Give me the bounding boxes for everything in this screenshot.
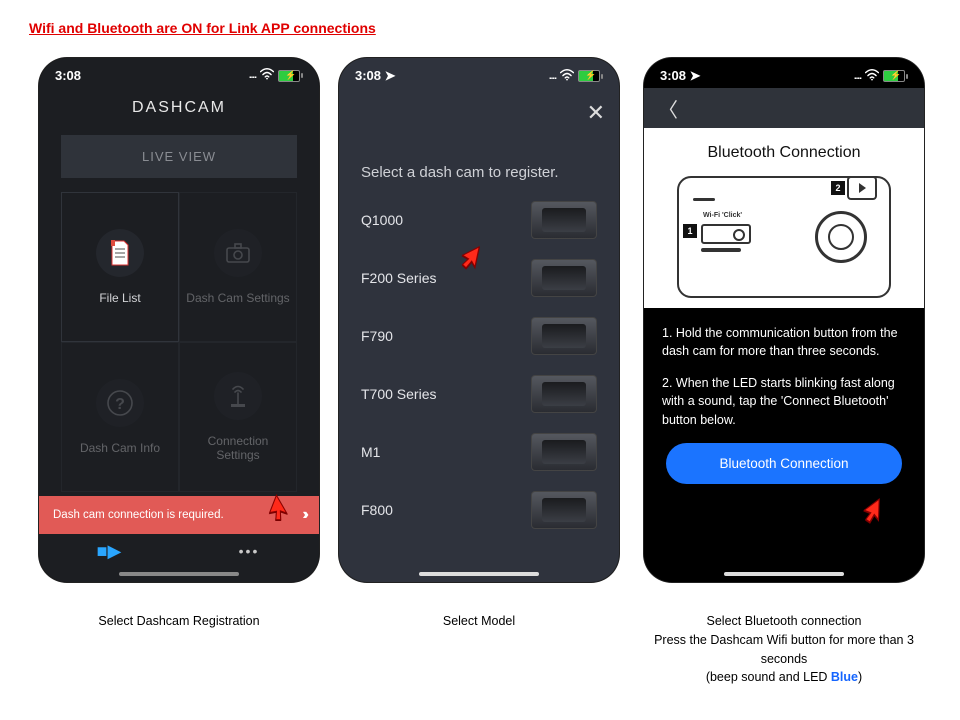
tile-label: Connection Settings bbox=[208, 434, 269, 462]
tile-connection-settings[interactable]: Connection Settings bbox=[179, 342, 297, 492]
caption-phone3: Select Bluetooth connection Press the Da… bbox=[639, 612, 929, 687]
model-label: F200 Series bbox=[361, 270, 436, 286]
caption-phone2: Select Model bbox=[443, 612, 515, 631]
dashcam-diagram: 1 Wi-Fi 'Click' 2 bbox=[677, 176, 891, 298]
home-indicator bbox=[419, 572, 539, 576]
tile-dashcam-info[interactable]: ? Dash Cam Info bbox=[61, 342, 179, 492]
nav-header: 〈 bbox=[644, 88, 924, 128]
phone-screenshot-select-model: 3:08 ➤ .... ⚡ ✕ Select a dash cam to reg… bbox=[339, 58, 619, 582]
svg-text:?: ? bbox=[115, 396, 125, 413]
file-list-icon bbox=[96, 229, 144, 277]
model-item[interactable]: T700 Series bbox=[351, 365, 607, 423]
model-label: F790 bbox=[361, 328, 393, 344]
home-indicator bbox=[724, 572, 844, 576]
status-time: 3:08 bbox=[55, 68, 81, 83]
sound-icon bbox=[847, 176, 877, 200]
signal-icon: .... bbox=[549, 71, 556, 82]
select-prompt: Select a dash cam to register. bbox=[339, 88, 619, 191]
tile-label: File List bbox=[99, 291, 140, 305]
home-indicator bbox=[119, 572, 239, 576]
phone-screenshot-bluetooth-connection: 3:08 ➤ .... ⚡ 〈 Bluetooth Connection bbox=[644, 58, 924, 582]
status-bar: 3:08 ➤ .... ⚡ bbox=[339, 58, 619, 88]
info-icon: ? bbox=[96, 379, 144, 427]
bottom-nav: ■▶ ••• bbox=[39, 534, 319, 568]
camera-icon: ■▶ bbox=[97, 541, 122, 562]
instruction-step-1: 1. Hold the communication button from th… bbox=[662, 324, 906, 360]
model-item[interactable]: Q1000 bbox=[351, 191, 607, 249]
model-thumb bbox=[531, 433, 597, 471]
model-item[interactable]: F800 bbox=[351, 481, 607, 539]
lens-illustration bbox=[815, 211, 867, 263]
nav-camera-tab[interactable]: ■▶ bbox=[39, 534, 179, 568]
wifi-icon bbox=[560, 69, 574, 84]
tile-file-list[interactable]: File List bbox=[61, 192, 179, 342]
battery-charging-icon: ⚡ bbox=[278, 70, 303, 82]
wifi-click-label: Wi-Fi 'Click' bbox=[703, 212, 742, 219]
camera-settings-icon bbox=[214, 229, 262, 277]
model-list: Q1000 F200 Series F790 T700 Series M1 F8… bbox=[339, 191, 619, 539]
tile-label: Dash Cam Info bbox=[80, 441, 160, 455]
antenna-icon bbox=[214, 372, 262, 420]
model-thumb bbox=[531, 491, 597, 529]
callout-2-sound: 2 bbox=[831, 176, 877, 200]
wifi-icon bbox=[260, 68, 274, 83]
model-label: Q1000 bbox=[361, 212, 403, 228]
status-time: 3:08 bbox=[660, 68, 686, 83]
model-label: T700 Series bbox=[361, 386, 436, 402]
page-title: DASHCAM bbox=[39, 87, 319, 135]
wifi-button-illustration bbox=[701, 224, 751, 244]
more-icon: ••• bbox=[239, 543, 260, 559]
phone-screenshot-dashcam-home: 3:08 .... ⚡ DASHCAM LIVE VIEW bbox=[39, 58, 319, 582]
model-thumb bbox=[531, 259, 597, 297]
nav-more-tab[interactable]: ••• bbox=[179, 534, 319, 568]
caption-phone1: Select Dashcam Registration bbox=[98, 612, 259, 631]
wifi-icon bbox=[865, 69, 879, 84]
tile-dashcam-settings[interactable]: Dash Cam Settings bbox=[179, 192, 297, 342]
chevron-right-icon: ›› bbox=[302, 506, 305, 524]
bluetooth-title: Bluetooth Connection bbox=[644, 144, 924, 162]
model-item[interactable]: M1 bbox=[351, 423, 607, 481]
close-icon[interactable]: ✕ bbox=[587, 100, 605, 126]
banner-text: Dash cam connection is required. bbox=[53, 509, 224, 521]
model-label: F800 bbox=[361, 502, 393, 518]
live-view-button[interactable]: LIVE VIEW bbox=[61, 135, 297, 178]
status-time: 3:08 bbox=[355, 68, 381, 83]
tile-label: Dash Cam Settings bbox=[186, 291, 289, 305]
model-item[interactable]: F790 bbox=[351, 307, 607, 365]
model-label: M1 bbox=[361, 444, 380, 460]
status-bar: 3:08 ➤ .... ⚡ bbox=[644, 58, 924, 88]
headline-text: Wifi and Bluetooth are ON for Link APP c… bbox=[29, 20, 935, 36]
back-icon[interactable]: 〈 bbox=[658, 94, 678, 123]
battery-charging-icon: ⚡ bbox=[883, 70, 908, 82]
instruction-step-2: 2. When the LED starts blinking fast alo… bbox=[662, 374, 906, 428]
signal-icon: .... bbox=[854, 71, 861, 82]
bluetooth-connection-button[interactable]: Bluetooth Connection bbox=[666, 443, 902, 484]
signal-icon: .... bbox=[249, 70, 256, 81]
model-thumb bbox=[531, 317, 597, 355]
model-thumb bbox=[531, 375, 597, 413]
model-item[interactable]: F200 Series bbox=[351, 249, 607, 307]
callout-1: 1 bbox=[683, 224, 697, 238]
model-thumb bbox=[531, 201, 597, 239]
status-bar: 3:08 .... ⚡ bbox=[39, 58, 319, 87]
location-icon: ➤ bbox=[690, 68, 701, 83]
location-icon: ➤ bbox=[385, 68, 396, 83]
battery-charging-icon: ⚡ bbox=[578, 70, 603, 82]
connection-required-banner[interactable]: Dash cam connection is required. ›› bbox=[39, 496, 319, 534]
